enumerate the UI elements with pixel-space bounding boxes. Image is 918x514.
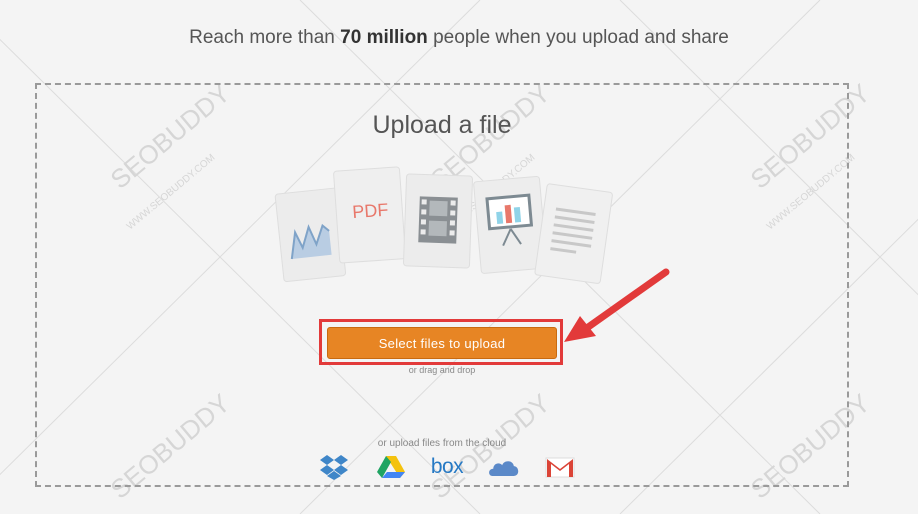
drag-drop-hint: or drag and drop	[408, 365, 476, 375]
text-document-icon	[534, 183, 613, 284]
presentation-document-icon	[473, 175, 548, 274]
box-icon[interactable]: box	[430, 453, 464, 481]
file-types-illustration: PDF	[274, 166, 613, 284]
pdf-document-icon: PDF	[333, 166, 407, 264]
cloud-upload-hint: or upload files from the cloud	[377, 438, 507, 449]
google-drive-icon[interactable]	[374, 453, 408, 481]
cloud-providers: box	[317, 453, 577, 481]
headline-prefix: Reach more than	[189, 27, 341, 48]
video-document-icon	[403, 173, 473, 269]
upload-dropzone[interactable]: Upload a file PDF Select files to upload…	[35, 83, 849, 487]
upload-title: Upload a file	[372, 111, 512, 139]
headline-suffix: people when you upload and share	[427, 27, 729, 48]
box-logo-text: box	[430, 455, 464, 478]
pdf-label: PDF	[352, 200, 389, 222]
dropbox-icon[interactable]	[317, 453, 351, 481]
onedrive-icon[interactable]	[487, 453, 521, 481]
gmail-icon[interactable]	[543, 453, 577, 481]
headline-highlight: 70 million	[340, 27, 428, 48]
headline: Reach more than 70 million people when y…	[0, 27, 918, 49]
select-files-button[interactable]: Select files to upload	[327, 327, 557, 359]
upload-button-highlight: Select files to upload	[319, 319, 563, 365]
